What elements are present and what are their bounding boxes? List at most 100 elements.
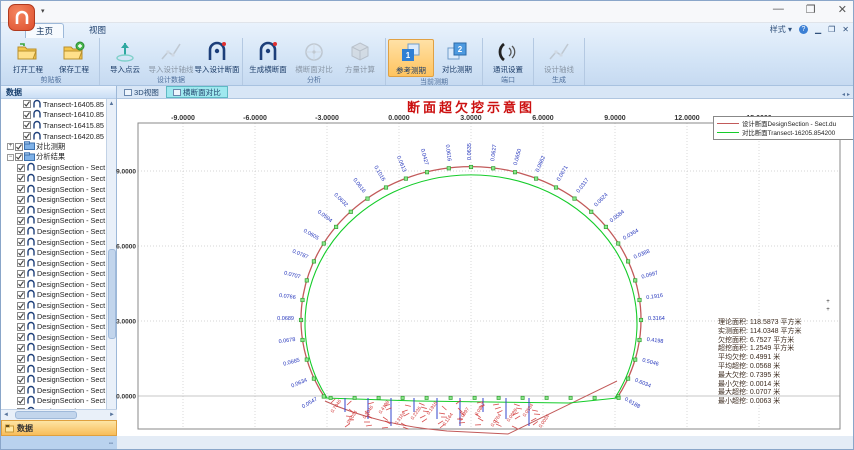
panel-bottom-tab-data[interactable]: 数据 [1,420,117,436]
checkbox-icon[interactable] [17,196,25,204]
tree-item-design-section[interactable]: DesignSection - Sect [1,353,107,364]
tree-item-design-section[interactable]: DesignSection - Sect [1,374,107,385]
checkbox-icon[interactable] [17,323,25,331]
tree-item-design-section[interactable]: DesignSection - Sect [1,300,107,311]
checkbox-icon[interactable] [23,121,31,129]
design-section-icon [26,247,36,258]
data-tab-label: 数据 [17,423,33,434]
checkbox-icon[interactable] [17,291,25,299]
checkbox-icon[interactable] [17,312,25,320]
tree-item-design-section[interactable]: DesignSection - Sect [1,279,107,290]
checkbox-icon[interactable] [17,386,25,394]
window-restore-button[interactable]: ❐ [806,3,816,16]
ribbon-button-tunnel-section[interactable]: 导入设计断面 [194,39,240,75]
tree-item-design-section[interactable]: DesignSection - Sect [1,269,107,280]
tree-item-design-section[interactable]: DesignSection - Sect [1,247,107,258]
ribbon-button-save-folder[interactable]: 保存工程 [51,39,97,75]
ribbon-button-phone[interactable]: 通讯设置 [485,39,531,75]
tree-item-design-section[interactable]: DesignSection - Sect [1,226,107,237]
style-menu[interactable]: 样式 ▾ [770,24,792,35]
tree-vertical-scrollbar[interactable]: ▲ [106,99,116,409]
tree-item-transect[interactable]: Transect-16415.85 [1,120,107,131]
quick-access-caret-icon[interactable]: ▾ [41,7,45,15]
ribbon-close-button[interactable]: ✕ [842,25,849,34]
tree-item-design-section[interactable]: DesignSection - Sect [1,184,107,195]
ribbon-button-point-cloud[interactable]: 导入点云 [102,39,148,75]
scroll-right-icon[interactable]: ► [107,410,117,420]
tree-item-transect[interactable]: Transect-16420.85 [1,131,107,142]
checkbox-icon[interactable] [17,333,25,341]
tree-expander-icon[interactable]: − [7,154,14,161]
window-close-button[interactable]: ✕ [838,3,847,16]
tree-horizontal-scrollbar[interactable]: ◄ ► [1,409,117,420]
tree-expander-icon[interactable]: + [7,143,14,150]
tab-scroll-left-icon[interactable]: ◂ [842,91,845,98]
tree-folder-compare-epoch[interactable]: +对比测期 [1,141,107,152]
checkbox-icon[interactable] [17,344,25,352]
tree-item-transect[interactable]: Transect-16410.85 [1,110,107,121]
tree-item-label: DesignSection - Sect [37,163,105,172]
tab-scroll-right-icon[interactable]: ▸ [847,91,850,98]
checkbox-icon[interactable] [17,227,25,235]
tree-item-design-section[interactable]: DesignSection - Sect [1,311,107,322]
svg-text:0.0000: 0.0000 [388,115,410,122]
checkbox-icon[interactable] [17,238,25,246]
checkbox-icon[interactable] [17,174,25,182]
tree-item-design-section[interactable]: DesignSection - Sect [1,364,107,375]
tree-item-design-section[interactable]: DesignSection - Sect [1,332,107,343]
checkbox-icon[interactable] [15,153,23,161]
doc-tab-1[interactable]: 3D视图 [117,86,166,98]
tree-item-design-section[interactable]: DesignSection - Sect [1,216,107,227]
checkbox-icon[interactable] [17,397,25,405]
ribbon-restore-button[interactable]: ❐ [828,25,835,34]
ribbon-button-layer-2[interactable]: 2对比测期 [434,39,480,77]
ribbon-button-tunnel-section[interactable]: 生成横断面 [245,39,291,75]
checkbox-icon[interactable] [17,206,25,214]
tree-hscroll-thumb[interactable] [15,411,77,419]
checkbox-icon[interactable] [17,365,25,373]
tree-item-design-section[interactable]: DesignSection - Sect [1,194,107,205]
checkbox-icon[interactable] [23,132,31,140]
tree-item-design-section[interactable]: DesignSection - Sect [1,290,107,301]
tree-item-design-section[interactable]: DesignSection - Sect [1,343,107,354]
resize-grip-icon[interactable]: ▪▪ [109,441,113,447]
ribbon-button-open-folder[interactable]: 打开工程 [5,39,51,75]
ribbon-minimize-button[interactable]: ▁ [815,25,821,34]
checkbox-icon[interactable] [23,111,31,119]
checkbox-icon[interactable] [17,376,25,384]
checkbox-icon[interactable] [23,100,31,108]
checkbox-icon[interactable] [17,249,25,257]
tree-item-design-section[interactable]: DesignSection - Sect [1,385,107,396]
checkbox-icon[interactable] [17,280,25,288]
tree-item-design-section[interactable]: DesignSection - Sect [1,237,107,248]
tree-item-design-section[interactable]: DesignSection - Sect [1,396,107,407]
tree-folder-analysis-results[interactable]: −分析结果 [1,152,107,163]
svg-text:-6.0000: -6.0000 [243,115,267,122]
checkbox-icon[interactable] [17,355,25,363]
tree-item-design-section[interactable]: DesignSection - Sect [1,205,107,216]
checkbox-icon[interactable] [17,270,25,278]
checkbox-icon[interactable] [17,217,25,225]
window-minimize-button[interactable]: — [773,3,784,16]
checkbox-icon[interactable] [17,302,25,310]
help-icon[interactable]: ? [799,25,808,34]
scroll-left-icon[interactable]: ◄ [1,410,11,420]
checkbox-icon[interactable] [15,143,23,151]
design-section-icon [26,374,36,385]
tree-item-design-section[interactable]: DesignSection - Sect [1,258,107,269]
ribbon-tab-2[interactable]: 视图 [79,23,116,38]
tree-item-design-section[interactable]: DesignSection - Sect [1,173,107,184]
tree-item-transect[interactable]: Transect-16405.85 [1,99,107,110]
tree-item-label: DesignSection - Sect [37,195,105,204]
checkbox-icon[interactable] [17,185,25,193]
checkbox-icon[interactable] [17,259,25,267]
ribbon-button-compass: 横断面对比 [291,39,337,75]
checkbox-icon[interactable] [17,164,25,172]
tree-item-design-section[interactable]: DesignSection - Sect [1,163,107,174]
ribbon-button-layer-1[interactable]: 1参考测期 [388,39,434,77]
scroll-up-icon[interactable]: ▲ [107,99,116,109]
tree-vscroll-thumb[interactable] [108,249,116,339]
app-logo-icon[interactable] [8,4,35,31]
tree-item-design-section[interactable]: DesignSection - Sect [1,321,107,332]
doc-tab-2[interactable]: 横断面对比 [166,86,228,98]
